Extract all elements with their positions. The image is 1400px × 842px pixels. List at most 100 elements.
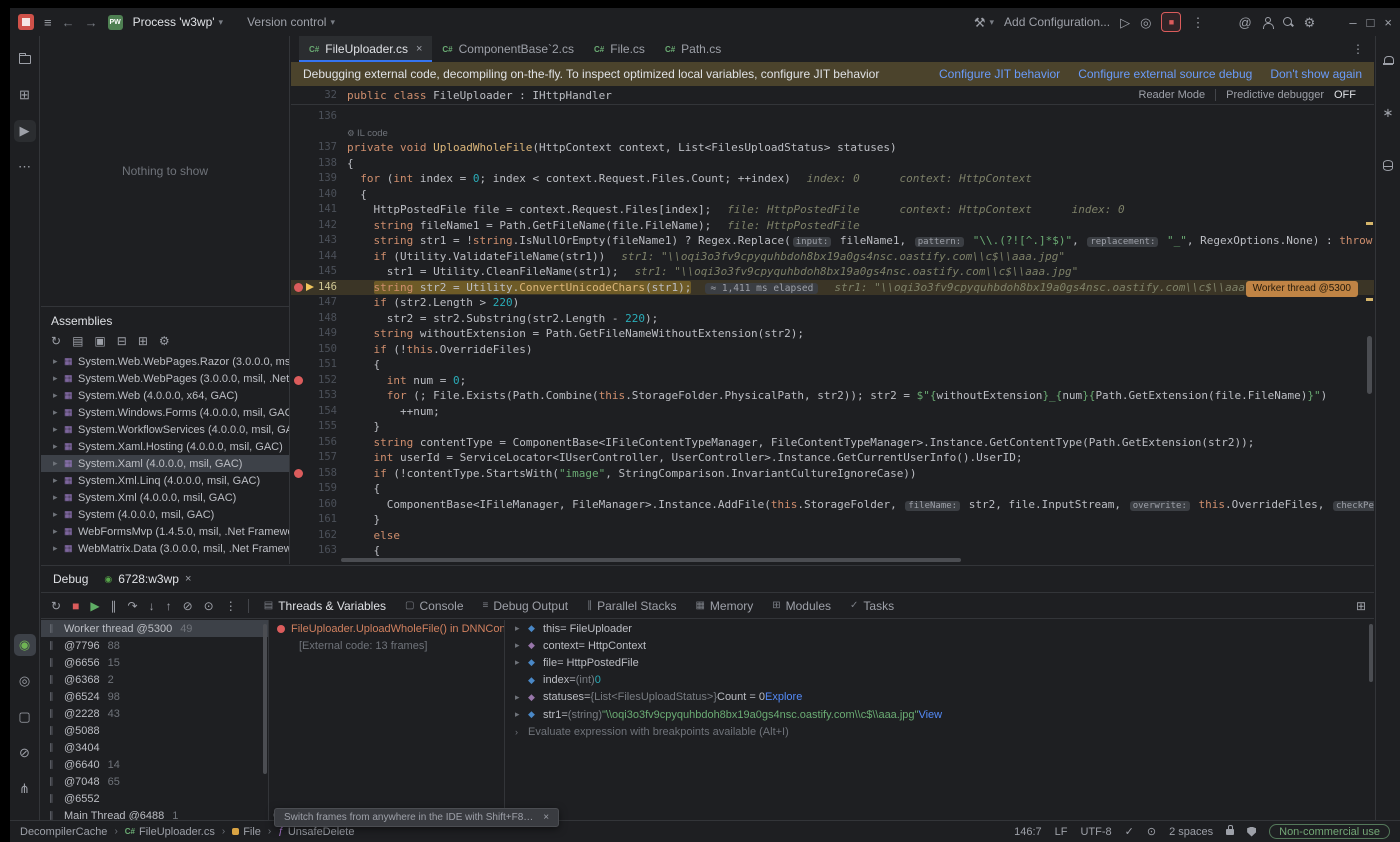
- assembly-tree-item[interactable]: ▸▦System.Web (4.0.0.0, x64, GAC): [41, 387, 289, 404]
- breadcrumb-item[interactable]: C#FileUploader.cs: [125, 826, 215, 838]
- code-line[interactable]: 162 else: [291, 528, 1374, 544]
- ai-assistant-icon[interactable]: ∗: [1377, 102, 1399, 124]
- assembly-tree-item[interactable]: ▸▦System.Xml (4.0.0.0, msil, GAC): [41, 489, 289, 506]
- settings-icon[interactable]: ⚙: [159, 334, 170, 348]
- resume-icon[interactable]: ▶: [90, 599, 99, 613]
- assembly-tree-item[interactable]: ▸▦System.WorkflowServices (4.0.0.0, msil…: [41, 421, 289, 438]
- code-line[interactable]: 141 HttpPostedFile file = context.Reques…: [291, 202, 1374, 218]
- editor-tab[interactable]: C#ComponentBase`2.cs: [432, 36, 584, 62]
- stack-frame-row[interactable]: FileUploader.UploadWholeFile() in DNNCon…: [269, 620, 504, 637]
- thread-row[interactable]: ∥@222843: [41, 705, 268, 722]
- breadcrumb-item[interactable]: File: [232, 826, 261, 838]
- stop-icon[interactable]: ■: [72, 599, 79, 613]
- code-line[interactable]: 145 str1 = Utility.CleanFileName(str1);s…: [291, 264, 1374, 280]
- debug-view-tab[interactable]: ▢Console: [401, 599, 467, 613]
- assembly-tree-item[interactable]: ▸▦System.Xaml (4.0.0.0, msil, GAC): [41, 455, 289, 472]
- code-line[interactable]: 147 if (str2.Length > 220): [291, 295, 1374, 311]
- variables-scrollbar[interactable]: [1369, 624, 1373, 682]
- line-separator[interactable]: LF: [1055, 826, 1068, 838]
- code-line[interactable]: 156 string contentType = ComponentBase<I…: [291, 435, 1374, 451]
- inspections-icon[interactable]: ✓: [1125, 825, 1134, 838]
- assembly-tree-item[interactable]: ▸▦System (4.0.0.0, msil, GAC): [41, 506, 289, 523]
- code-line[interactable]: 157 int userId = ServiceLocator<IUserCon…: [291, 450, 1374, 466]
- code-line[interactable]: 153 for (; File.Exists(Path.Combine(this…: [291, 388, 1374, 404]
- structure-tool-icon[interactable]: ⊞: [14, 84, 36, 106]
- code-line[interactable]: 146 string str2 = Utility.ConvertUnicode…: [291, 280, 1374, 296]
- step-into-icon[interactable]: ↓: [149, 599, 155, 613]
- banner-link[interactable]: Configure external source debug: [1078, 67, 1252, 81]
- layout-settings-icon[interactable]: ⊞: [1356, 599, 1366, 613]
- il-code-annotation[interactable]: IL code: [291, 125, 1374, 141]
- project-tool-icon[interactable]: [14, 48, 36, 70]
- open-folder-icon[interactable]: ▤: [72, 334, 83, 348]
- threads-scrollbar[interactable]: [263, 624, 267, 774]
- assembly-tree-item[interactable]: ▸▦System.Web.WebPages (3.0.0.0, msil, .N…: [41, 370, 289, 387]
- more-tools-icon[interactable]: ⋯: [14, 156, 36, 178]
- code-line[interactable]: 144 if (Utility.ValidateFileName(str1))s…: [291, 249, 1374, 265]
- database-tool-icon[interactable]: [1377, 154, 1399, 176]
- tools-icon[interactable]: ⚒: [974, 16, 986, 29]
- tab-options-icon[interactable]: ⋮: [1342, 36, 1374, 62]
- thread-row[interactable]: ∥Main Thread @64881: [41, 807, 268, 820]
- debug-tool-icon[interactable]: ◉: [14, 634, 36, 656]
- stack-frame-row[interactable]: [External code: 13 frames]: [269, 637, 504, 654]
- debug-view-tab[interactable]: ⊞Modules: [768, 599, 835, 613]
- maximize-button[interactable]: □: [1367, 16, 1375, 29]
- run-config-selector[interactable]: Process 'w3wp': [133, 15, 215, 29]
- step-over-icon[interactable]: ↷: [128, 599, 138, 613]
- step-out-icon[interactable]: ↑: [166, 599, 172, 613]
- banner-link[interactable]: Configure JIT behavior: [939, 67, 1060, 81]
- code-line[interactable]: 161 }: [291, 512, 1374, 528]
- variable-row[interactable]: ◆index = (int) 0: [505, 672, 1374, 689]
- code-line[interactable]: 149 string withoutExtension = Path.GetFi…: [291, 326, 1374, 342]
- thread-row[interactable]: ∥@664014: [41, 756, 268, 773]
- assembly-tree-item[interactable]: ▸▦System.Xaml.Hosting (4.0.0.0, msil, GA…: [41, 438, 289, 455]
- code-line[interactable]: 159 {: [291, 481, 1374, 497]
- shield-icon[interactable]: [1247, 827, 1256, 837]
- view-breakpoints-icon[interactable]: ⊙: [204, 599, 214, 613]
- add-configuration-button[interactable]: Add Configuration...: [1004, 15, 1110, 29]
- back-icon[interactable]: ←: [62, 16, 75, 29]
- code-line[interactable]: 142 string fileName1 = Path.GetFileName(…: [291, 218, 1374, 234]
- expand-all-icon[interactable]: ⊞: [138, 334, 148, 348]
- variable-row[interactable]: ▸◆this = FileUploader: [505, 620, 1374, 637]
- more-icon[interactable]: ⋮: [225, 599, 237, 613]
- editor-horizontal-scrollbar[interactable]: [341, 558, 961, 562]
- thread-row[interactable]: ∥@5088: [41, 722, 268, 739]
- close-tab-icon[interactable]: ×: [416, 43, 422, 55]
- assembly-tree-item[interactable]: ▸▦System.Web.WebPages.Razor (3.0.0.0, ms…: [41, 353, 289, 370]
- code-line[interactable]: 148 str2 = str2.Substring(str2.Length - …: [291, 311, 1374, 327]
- code-area[interactable]: 136IL code137private void UploadWholeFil…: [291, 107, 1374, 564]
- code-line[interactable]: 143 string str1 = !string.IsNullOrEmpty(…: [291, 233, 1374, 249]
- code-line[interactable]: 137private void UploadWholeFile(HttpCont…: [291, 140, 1374, 156]
- lock-icon[interactable]: [1226, 829, 1234, 835]
- forward-icon[interactable]: →: [85, 16, 98, 29]
- chevron-down-icon[interactable]: ▾: [990, 18, 995, 27]
- editor-vertical-scrollbar[interactable]: [1367, 336, 1372, 394]
- banner-link[interactable]: Don't show again: [1270, 67, 1362, 81]
- settings-icon[interactable]: ⚙: [1304, 16, 1316, 29]
- debug-view-tab[interactable]: ▤Threads & Variables: [260, 599, 390, 613]
- close-session-icon[interactable]: ×: [185, 573, 191, 585]
- license-badge[interactable]: Non-commercial use: [1269, 824, 1390, 839]
- variable-action-link[interactable]: View: [918, 709, 942, 721]
- debug-session-tab[interactable]: ◉ 6728:w3wp ×: [104, 572, 191, 586]
- collapse-all-icon[interactable]: ⊟: [117, 334, 127, 348]
- caret-position[interactable]: 146:7: [1014, 826, 1042, 838]
- breakpoint-icon[interactable]: [294, 376, 303, 385]
- terminal-tool-icon[interactable]: ▢: [14, 706, 36, 728]
- breadcrumb-item[interactable]: DecompilerCache: [20, 826, 107, 838]
- predictive-debugger-label[interactable]: Predictive debugger: [1226, 89, 1324, 101]
- debug-view-tab[interactable]: ∥Parallel Stacks: [583, 599, 680, 613]
- editor-tab[interactable]: C#File.cs: [584, 36, 655, 62]
- assembly-tree-item[interactable]: ▸▦System.Windows.Forms (4.0.0.0, msil, G…: [41, 404, 289, 421]
- code-line[interactable]: 139 for (int index = 0; index < context.…: [291, 171, 1374, 187]
- assembly-tree-item[interactable]: ▸▦WebMatrix.Data (3.0.0.0, msil, .Net Fr…: [41, 540, 289, 557]
- breakpoint-icon[interactable]: [294, 283, 303, 292]
- app-logo-icon[interactable]: [18, 14, 34, 30]
- assembly-tree-item[interactable]: ▸▦System.Xml.Linq (4.0.0.0, msil, GAC): [41, 472, 289, 489]
- highlighting-icon[interactable]: ⊙: [1147, 825, 1156, 838]
- code-line[interactable]: 151 {: [291, 357, 1374, 373]
- more-icon[interactable]: ⋮: [1191, 16, 1204, 29]
- file-encoding[interactable]: UTF-8: [1080, 826, 1111, 838]
